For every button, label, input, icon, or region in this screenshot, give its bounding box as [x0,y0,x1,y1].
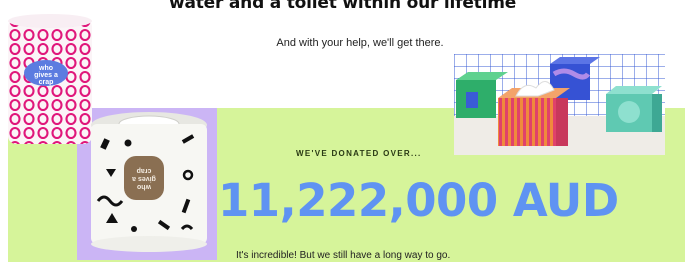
roll-one-label-line-1: who [38,65,53,72]
toilet-roll-pink-image: who gives a crap [8,14,92,144]
section-subline: And with your help, we'll get there. [276,37,444,49]
roll-two-label-line-2: gives a [132,175,156,182]
donation-amount: 11,222,000 AUD [218,174,619,227]
incredible-text: It's incredible! But we still have a lon… [236,250,451,261]
banner-edge [0,108,8,262]
roll-two-label-line-3: crap [137,167,152,174]
tissue-boxes-image [454,54,665,155]
section-headline: water and a toilet within our lifetime [168,0,517,13]
roll-two-label-line-1: who [137,183,152,190]
roll-one-label-line-3: crap [39,79,54,86]
roll-one-label-line-2: gives a [34,72,58,79]
donated-label: WE'VE DONATED OVER... [296,149,422,158]
toilet-roll-shapes-image: who gives a crap [91,112,207,252]
